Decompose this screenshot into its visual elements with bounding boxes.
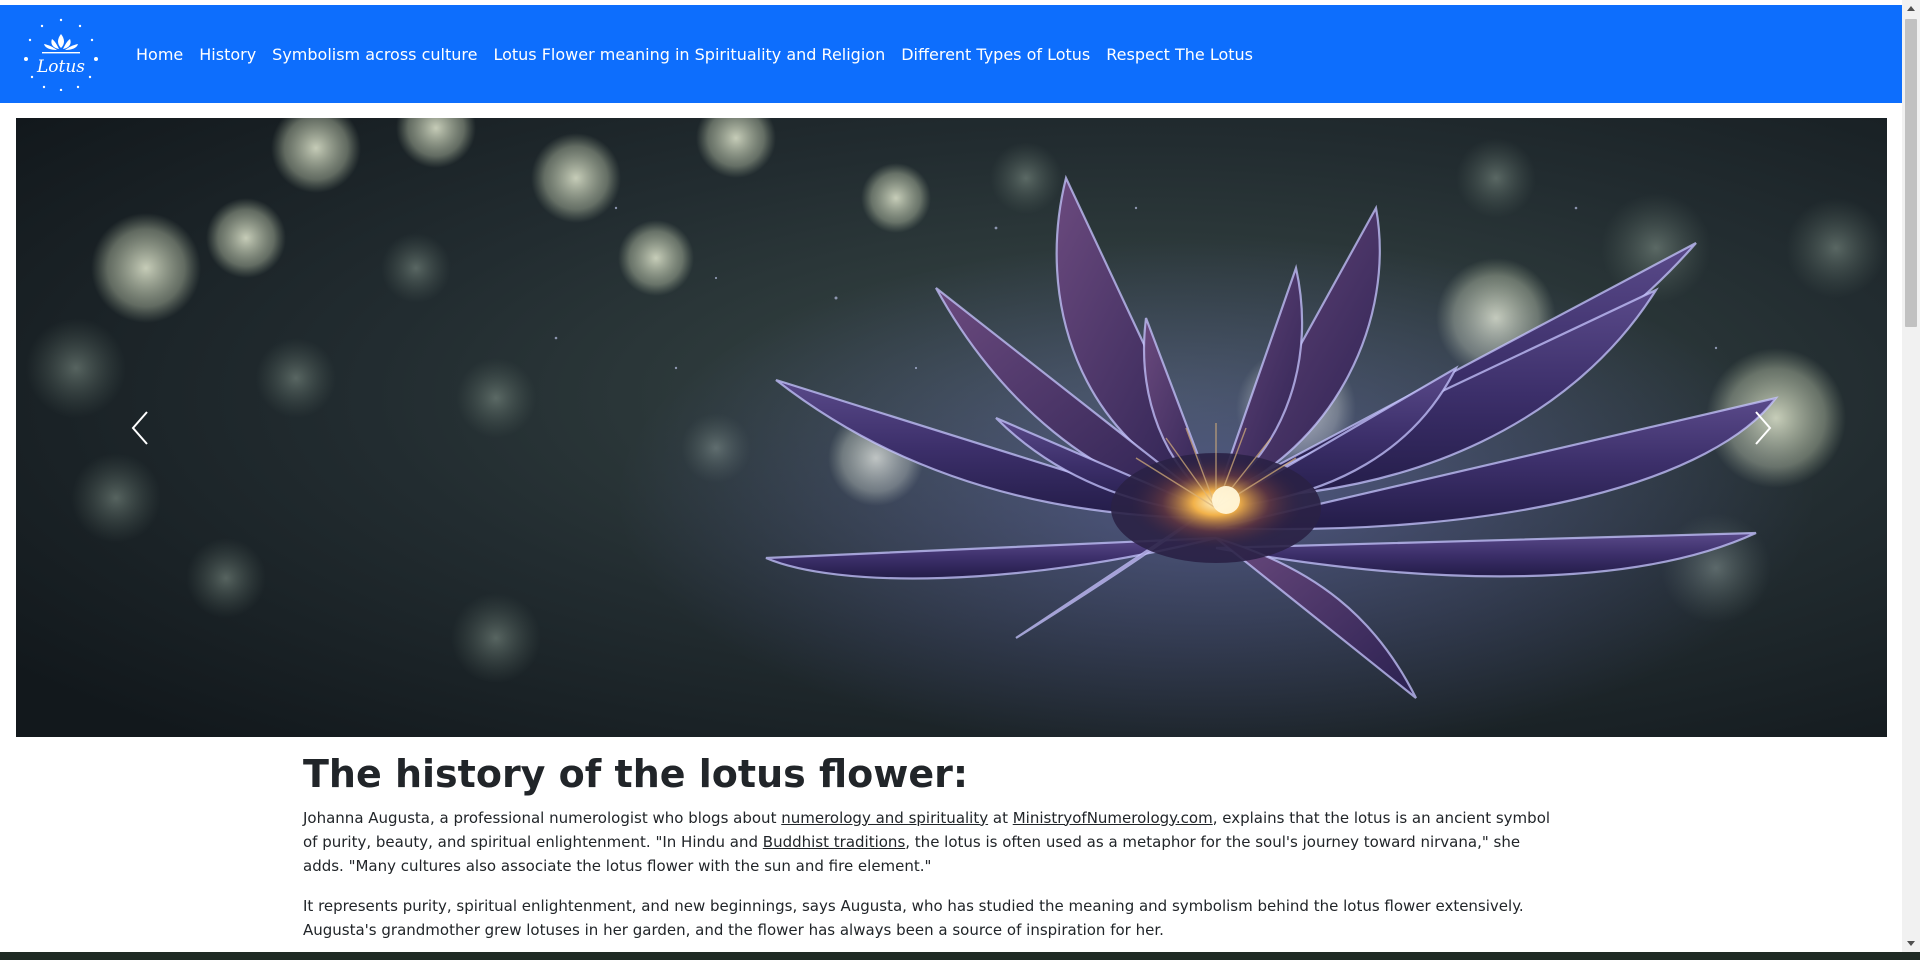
scroll-down-arrow-icon[interactable] [1902,935,1920,952]
article-content: The history of the lotus flower: Johanna… [303,752,1559,958]
taskbar-edge [0,952,1920,960]
nav-link-home[interactable]: Home [136,45,183,64]
nav-link-types[interactable]: Different Types of Lotus [901,45,1090,64]
carousel-prev-button[interactable] [66,118,216,737]
nav-link-respect[interactable]: Respect The Lotus [1106,45,1253,64]
chevron-right-icon [1755,410,1772,445]
lotus-logo-icon [24,18,98,91]
link-numerology-spirituality[interactable]: numerology and spirituality [781,809,988,827]
nav-link-history[interactable]: History [199,45,256,64]
nav-link-symbolism[interactable]: Symbolism across culture [272,45,477,64]
page-scrollbar[interactable] [1902,0,1920,952]
link-buddhist-traditions[interactable]: Buddhist traditions [763,833,905,851]
brand-logo[interactable]: Lotus [22,17,100,91]
chevron-left-icon [131,410,148,445]
p1-text-a: Johanna Augusta, a professional numerolo… [303,808,782,827]
nav-links: Home History Symbolism across culture Lo… [136,5,1269,103]
article-paragraph-2: It represents purity, spiritual enlighte… [303,896,1524,939]
link-ministry-of-numerology[interactable]: MinistryofNumerology.com [1013,809,1213,827]
scroll-up-arrow-icon[interactable] [1902,0,1920,17]
navbar: Lotus Home History Symbolism across cult… [0,5,1902,103]
article-title: The history of the lotus flower: [303,752,969,796]
carousel-next-button[interactable] [1687,118,1837,737]
nav-link-spirituality[interactable]: Lotus Flower meaning in Spirituality and… [493,45,885,64]
article-paragraph-1: Johanna Augusta, a professional numerolo… [303,806,1559,878]
scrollbar-thumb[interactable] [1905,19,1917,327]
p1-text-b: at [988,808,1013,827]
lotus-flower-image [16,118,1887,737]
hero-carousel [16,118,1887,737]
brand-text: Lotus [36,57,86,77]
